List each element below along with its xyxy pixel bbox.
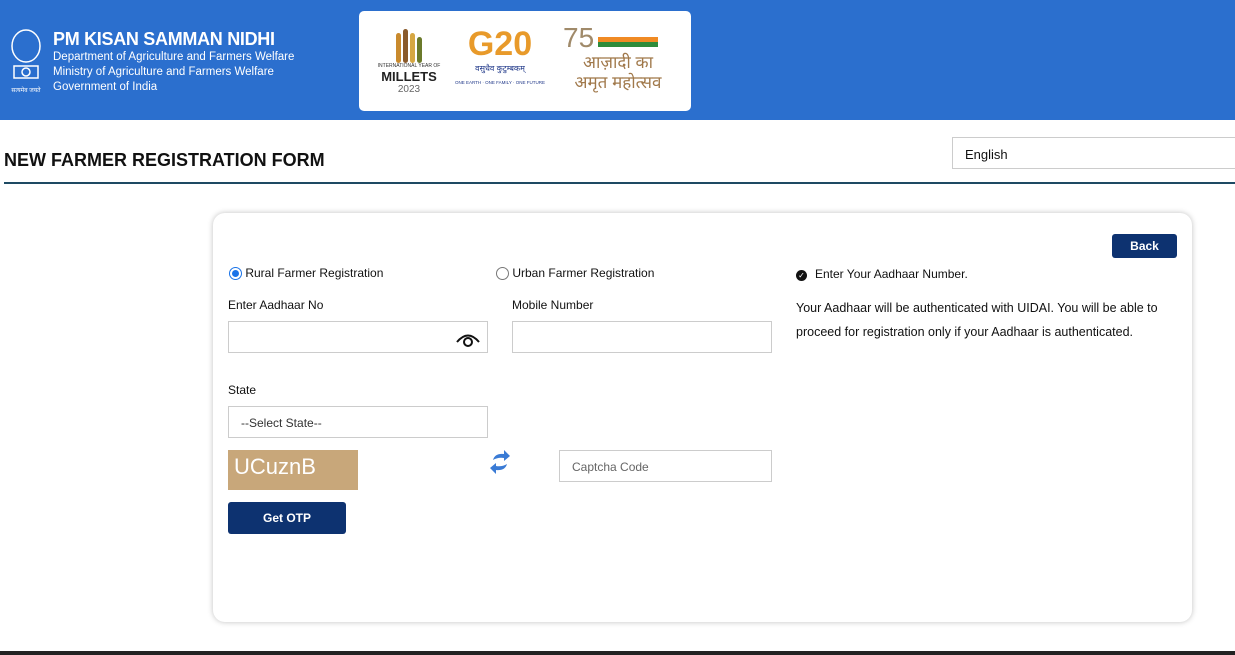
registration-card: Back Rural Farmer Registration Urban Far… — [213, 213, 1192, 622]
refresh-captcha-icon[interactable] — [489, 449, 511, 475]
rural-registration-option[interactable]: Rural Farmer Registration — [229, 266, 383, 281]
ministry-line: Ministry of Agriculture and Farmers Welf… — [53, 66, 274, 78]
aadhaar-label: Enter Aadhaar No — [228, 298, 324, 312]
state-select[interactable]: --Select State-- — [228, 406, 488, 438]
mobile-label: Mobile Number — [512, 298, 594, 312]
footer-bar — [0, 651, 1235, 655]
emblem-motto: सत्यमेव जयते — [11, 86, 41, 94]
page-title: NEW FARMER REGISTRATION FORM — [4, 150, 325, 170]
urban-registration-option[interactable]: Urban Farmer Registration — [496, 266, 654, 281]
state-label: State — [228, 383, 257, 397]
mobile-input[interactable] — [512, 321, 772, 353]
language-select[interactable]: English — [952, 137, 1235, 169]
rural-radio[interactable] — [229, 267, 242, 281]
back-button[interactable]: Back — [1112, 234, 1177, 258]
department-line: Department of Agriculture and Farmers We… — [53, 51, 295, 63]
millets-logo: INTERNATIONAL YEAR OF MILLETS 2023 — [373, 29, 445, 95]
captcha-input[interactable]: Captcha Code — [559, 450, 772, 482]
title-divider — [4, 182, 1235, 184]
captcha-image: UCuznB — [228, 450, 358, 490]
partner-logos: INTERNATIONAL YEAR OF MILLETS 2023 G20 व… — [359, 11, 691, 111]
urban-radio[interactable] — [496, 267, 509, 281]
aadhaar-input[interactable] — [228, 321, 488, 353]
site-header: सत्यमेव जयते PM KISAN SAMMAN NIDHI Depar… — [0, 0, 1235, 120]
azadi-ka-amrit-mahotsav-logo: 75 आज़ादी का अमृत महोत्सव — [563, 22, 662, 93]
info-heading: ✓ Enter Your Aadhaar Number. — [796, 267, 968, 281]
check-circle-icon: ✓ — [796, 270, 807, 281]
national-emblem-icon: सत्यमेव जयते — [11, 29, 41, 94]
g20-logo: G20 वसुधैव कुटुम्बकम् ONE EARTH · ONE FA… — [454, 25, 545, 85]
show-aadhaar-eye-icon[interactable] — [455, 331, 481, 347]
get-otp-button[interactable]: Get OTP — [228, 502, 346, 534]
site-title: PM KISAN SAMMAN NIDHI — [53, 29, 275, 49]
info-text: Your Aadhaar will be authenticated with … — [796, 301, 1158, 339]
government-line: Government of India — [53, 81, 158, 93]
